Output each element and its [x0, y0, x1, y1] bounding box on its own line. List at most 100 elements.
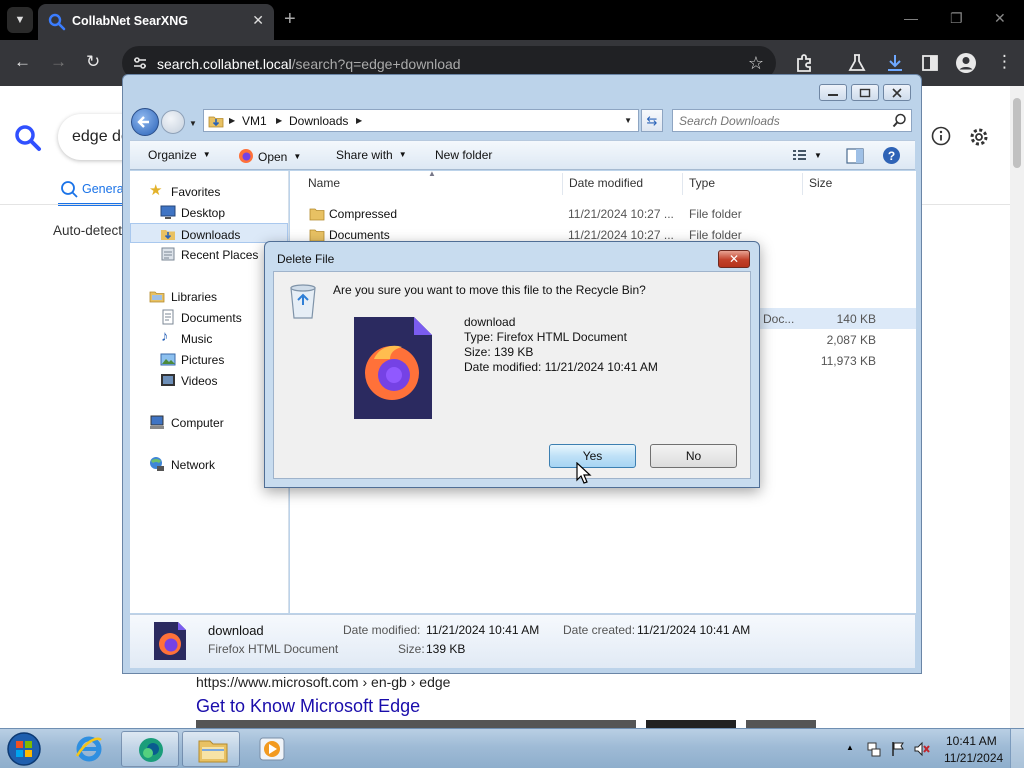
no-button[interactable]: No: [650, 444, 737, 468]
reload-icon[interactable]: ↻: [86, 52, 100, 72]
sort-indicator-icon: ▲: [428, 169, 436, 178]
address-dropdown-icon[interactable]: ▼: [624, 116, 632, 125]
music-note-icon: ♪: [161, 328, 169, 345]
extensions-icon[interactable]: [794, 52, 816, 74]
gear-icon[interactable]: [968, 126, 990, 148]
explorer-minimize-button[interactable]: [819, 84, 847, 101]
column-separator[interactable]: [802, 173, 803, 195]
explorer-back-button[interactable]: [131, 108, 159, 136]
details-size-label: Size:: [398, 642, 425, 656]
action-center-flag-icon[interactable]: [890, 741, 906, 757]
taskbar-edge[interactable]: [121, 731, 179, 767]
libraries-icon: [149, 291, 165, 303]
organize-menu[interactable]: Organize ▼: [148, 148, 211, 162]
preview-pane-icon[interactable]: [846, 148, 864, 164]
tab-title: CollabNet SearXNG: [72, 14, 189, 28]
tab-search-button[interactable]: ▼: [7, 7, 33, 33]
details-date-created: 11/21/2024 10:41 AM: [637, 623, 751, 637]
firefox-document-icon: [354, 317, 432, 419]
recent-pages-icon[interactable]: ▼: [189, 119, 197, 128]
taskbar-clock-time[interactable]: 10:41 AM: [946, 734, 997, 748]
dropdown-arrow-icon: ▼: [398, 150, 407, 159]
page-scrollbar[interactable]: [1010, 86, 1024, 728]
column-separator[interactable]: [682, 173, 683, 195]
command-bar: Organize ▼ Open ▼ Share with ▼ New folder ▼…: [130, 140, 915, 170]
breadcrumb-arrow-icon[interactable]: ▶: [229, 116, 235, 125]
breadcrumb-arrow-icon[interactable]: ▶: [276, 116, 282, 125]
downloads-folder-icon: [161, 230, 175, 240]
network-icon: [150, 457, 164, 471]
result-url[interactable]: https://www.microsoft.com › en-gb › edge: [196, 674, 450, 690]
explorer-refresh-button[interactable]: ⇆: [641, 109, 663, 132]
close-icon[interactable]: ✕: [994, 10, 1006, 27]
dialog-file-size: Size: 139 KB: [464, 345, 534, 359]
language-auto-detect[interactable]: Auto-detect: [53, 223, 122, 238]
scrollbar-thumb[interactable]: [1013, 98, 1021, 168]
details-size: 139 KB: [426, 642, 466, 656]
mouse-cursor-icon: [576, 462, 592, 484]
back-arrow-icon: [137, 116, 149, 128]
new-folder-button[interactable]: New folder: [435, 148, 492, 162]
download-icon[interactable]: [884, 52, 906, 74]
maximize-icon: [859, 88, 871, 97]
explorer-forward-button[interactable]: [161, 110, 185, 134]
minimize-icon[interactable]: —: [904, 10, 918, 26]
open-menu[interactable]: Open ▼: [238, 148, 301, 164]
network-tray-icon[interactable]: [866, 741, 882, 757]
share-with-menu[interactable]: Share with ▼: [336, 148, 407, 162]
labs-flask-icon[interactable]: [846, 52, 868, 74]
restore-icon[interactable]: ❐: [950, 10, 963, 27]
side-panel-icon[interactable]: [919, 52, 941, 74]
forward-arrow-icon[interactable]: →: [50, 52, 67, 72]
explorer-search-input[interactable]: [673, 110, 887, 131]
details-date-modified: 11/21/2024 10:41 AM: [426, 623, 540, 637]
browser-tab[interactable]: CollabNet SearXNG ✕: [38, 4, 274, 40]
help-icon[interactable]: ?: [882, 146, 901, 165]
show-desktop-button[interactable]: [1010, 729, 1024, 768]
nav-downloads[interactable]: Downloads: [130, 223, 288, 243]
dialog-close-button[interactable]: ✕: [718, 250, 750, 268]
start-button[interactable]: [4, 731, 44, 767]
column-header-type[interactable]: Type: [689, 176, 715, 190]
back-arrow-icon[interactable]: ←: [14, 52, 31, 72]
search-icon[interactable]: [892, 113, 907, 128]
breadcrumb-downloads[interactable]: Downloads: [289, 114, 348, 128]
table-row[interactable]: Compressed 11/21/2024 10:27 ... File fol…: [290, 203, 916, 224]
taskbar-internet-explorer[interactable]: [60, 731, 118, 767]
view-options-button[interactable]: ▼: [792, 148, 822, 163]
taskbar-file-explorer[interactable]: [182, 731, 240, 767]
column-separator[interactable]: [562, 173, 563, 195]
recent-places-icon: [161, 247, 175, 261]
explorer-search-box[interactable]: [672, 109, 912, 132]
nav-desktop[interactable]: Desktop: [130, 202, 288, 222]
yes-button[interactable]: Yes: [549, 444, 636, 468]
explorer-close-button[interactable]: [883, 84, 911, 101]
column-header-name[interactable]: Name: [308, 176, 340, 190]
breadcrumb-vm1[interactable]: VM1: [242, 114, 267, 128]
site-settings-icon[interactable]: [132, 55, 148, 71]
searxng-favicon-icon: [48, 13, 66, 31]
result-title-link[interactable]: Get to Know Microsoft Edge: [196, 696, 420, 717]
column-header-size[interactable]: Size: [809, 176, 832, 190]
show-hidden-icons[interactable]: ▲: [846, 743, 862, 759]
nav-favorites[interactable]: ★ Favorites: [130, 181, 288, 201]
details-date-created-label: Date created:: [563, 623, 636, 637]
profile-avatar-icon[interactable]: [955, 52, 977, 74]
category-general-tab[interactable]: Genera: [82, 182, 124, 196]
details-file-type: Firefox HTML Document: [208, 642, 339, 656]
dialog-title: Delete File: [277, 252, 335, 266]
internet-explorer-icon: [75, 736, 102, 762]
tab-close-icon[interactable]: ✕: [252, 12, 264, 29]
new-tab-button[interactable]: +: [284, 9, 296, 29]
breadcrumb-arrow-icon[interactable]: ▶: [356, 116, 362, 125]
more-menu-icon[interactable]: ⋮: [996, 52, 1013, 72]
info-icon[interactable]: [931, 126, 951, 146]
volume-muted-icon[interactable]: [914, 741, 930, 757]
media-player-icon: [259, 737, 285, 761]
bookmark-star-icon[interactable]: ☆: [748, 53, 764, 74]
taskbar-media-player[interactable]: [243, 731, 301, 767]
taskbar-clock-date[interactable]: 11/21/2024: [944, 751, 1003, 765]
explorer-maximize-button[interactable]: [851, 84, 879, 101]
explorer-address-bar[interactable]: ▶ VM1 ▶ Downloads ▶ ▼: [203, 109, 639, 132]
column-header-date[interactable]: Date modified: [569, 176, 643, 190]
